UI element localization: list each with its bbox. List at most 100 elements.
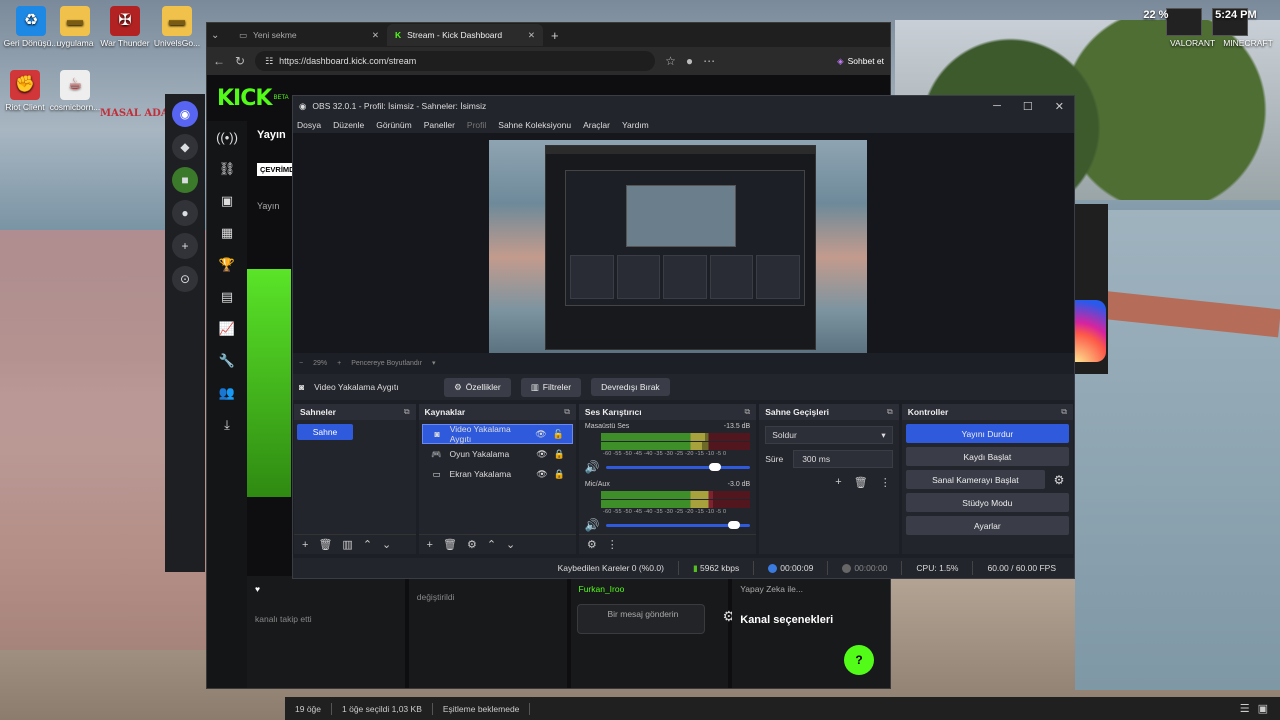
more-icon[interactable]: ⋯ (703, 54, 715, 68)
zoom-in-icon[interactable]: + (337, 360, 341, 367)
stop-stream-button[interactable]: Yayını Durdur (905, 424, 1070, 443)
kick-logo[interactable]: KICK (217, 86, 272, 111)
speaker-icon[interactable]: 🔊 (585, 518, 600, 532)
source-properties-gear-icon[interactable]: ⚙ (467, 538, 477, 551)
desktop-icon-univelsgo[interactable]: ▬ UnivelsGo... (146, 6, 208, 48)
float-dock-icon[interactable]: ⧉ (1061, 407, 1067, 417)
scene-item[interactable]: Sahne (297, 424, 353, 440)
properties-button[interactable]: ⚙ Özellikler (444, 377, 511, 397)
message-input[interactable]: Bir mesaj gönderin (576, 604, 705, 634)
remove-scene-icon[interactable]: 🗑 (318, 538, 332, 551)
kick-help-button[interactable]: ? (844, 645, 874, 675)
studio-mode-button[interactable]: Stüdyo Modu (905, 493, 1070, 512)
star-icon[interactable]: ☆ (665, 54, 676, 68)
menu-duzenle[interactable]: Düzenle (333, 120, 364, 130)
remove-source-icon[interactable]: 🗑 (443, 538, 457, 551)
maximize-icon[interactable]: ☐ (1023, 100, 1033, 113)
profile-avatar[interactable]: ● (686, 54, 693, 68)
link-icon[interactable]: ⛓ (207, 153, 247, 185)
menu-dosya[interactable]: Dosya (297, 120, 321, 130)
new-tab-button[interactable]: + (551, 28, 559, 43)
desktop-icon-cosmicborn[interactable]: ☕ cosmicborn... (44, 70, 106, 112)
obs-preview[interactable] (293, 133, 1074, 353)
visibility-eye-icon[interactable]: 👁 (535, 429, 546, 440)
download-icon[interactable]: ⤓ (207, 409, 247, 441)
duration-input[interactable]: 300 ms (793, 450, 893, 468)
menu-gorunum[interactable]: Görünüm (376, 120, 411, 130)
menu-paneller[interactable]: Paneller (424, 120, 455, 130)
tab-list-chevron-icon[interactable]: ⌄ (211, 30, 231, 41)
source-item[interactable]: 🎮 Oyun Yakalama 👁 🔒 (422, 444, 573, 464)
users-icon[interactable]: 👥 (207, 377, 247, 409)
server-avatar[interactable]: ● (172, 200, 198, 226)
layout-icon[interactable]: ▦ (207, 217, 247, 249)
refresh-icon[interactable]: ↻ (235, 54, 245, 68)
analytics-icon[interactable]: 📈 (207, 313, 247, 345)
explore-icon[interactable]: ⊙ (172, 266, 198, 292)
server-avatar[interactable]: ◆ (172, 134, 198, 160)
url-field[interactable]: ☷ https://dashboard.kick.com/stream (255, 51, 656, 71)
server-avatar[interactable]: ■ (172, 167, 198, 193)
site-info-icon[interactable]: ☷ (265, 56, 273, 67)
scene-filters-icon[interactable]: ▥ (342, 538, 352, 551)
fit-to-window[interactable]: Pencereye Boyutlandır (351, 360, 422, 367)
volume-knob[interactable] (728, 520, 741, 529)
start-recording-button[interactable]: Kaydı Başlat (905, 447, 1070, 466)
move-up-icon[interactable]: ⌃ (487, 538, 496, 551)
remove-transition-icon[interactable]: 🗑 (854, 476, 868, 489)
volume-slider[interactable] (605, 462, 751, 471)
zoom-out-icon[interactable]: − (299, 360, 303, 367)
tiles-view-icon[interactable]: ▣ (1258, 702, 1268, 715)
move-up-icon[interactable]: ⌃ (363, 538, 372, 551)
float-dock-icon[interactable]: ⧉ (887, 407, 893, 417)
source-item[interactable]: ◙ Video Yakalama Aygıtı 👁 🔓 (421, 424, 573, 444)
trophy-icon[interactable]: 🏆 (207, 249, 247, 281)
media-icon[interactable]: ▤ (207, 281, 247, 313)
source-item[interactable]: ▭ Ekran Yakalama 👁 🔒 (422, 464, 573, 484)
minimize-icon[interactable]: ─ (993, 100, 1001, 113)
back-icon[interactable]: ← (213, 54, 225, 68)
move-down-icon[interactable]: ⌄ (506, 538, 515, 551)
deactivate-button[interactable]: Devredışı Bırak (591, 378, 670, 396)
menu-araclar[interactable]: Araçlar (583, 120, 610, 130)
add-scene-icon[interactable]: + (302, 539, 308, 551)
add-transition-icon[interactable]: + (835, 476, 841, 489)
chevron-down-icon[interactable]: ▾ (432, 359, 436, 367)
visibility-eye-icon[interactable]: 👁 (536, 469, 547, 480)
float-dock-icon[interactable]: ⧉ (745, 407, 751, 417)
menu-yardim[interactable]: Yardım (622, 120, 649, 130)
close-tab-icon[interactable]: ✕ (372, 30, 379, 41)
discord-home-icon[interactable]: ◉ (172, 101, 198, 127)
lock-icon[interactable]: 🔓 (553, 429, 564, 440)
transition-select[interactable]: Soldur ▾ (765, 426, 893, 444)
tab-kick-dashboard[interactable]: K Stream - Kick Dashboard ✕ (387, 24, 543, 46)
menu-sahne-koleksiyonu[interactable]: Sahne Koleksiyonu (498, 120, 571, 130)
float-dock-icon[interactable]: ⧉ (404, 407, 410, 417)
volume-slider[interactable] (605, 520, 751, 529)
move-down-icon[interactable]: ⌄ (382, 538, 391, 551)
chat-button[interactable]: ◈ Sohbet et (837, 56, 884, 67)
visibility-eye-icon[interactable]: 👁 (536, 449, 547, 460)
close-tab-icon[interactable]: ✕ (528, 30, 535, 41)
tools-icon[interactable]: 🔧 (207, 345, 247, 377)
volume-knob[interactable] (709, 462, 722, 471)
more-icon[interactable]: ⋮ (880, 476, 891, 489)
tab-new[interactable]: ▭ Yeni sekme ✕ (231, 24, 387, 46)
add-server-icon[interactable]: + (172, 233, 198, 259)
close-icon[interactable]: ✕ (1055, 100, 1064, 113)
lock-icon[interactable]: 🔒 (554, 469, 565, 480)
lock-icon[interactable]: 🔒 (554, 449, 565, 460)
add-source-icon[interactable]: + (427, 539, 433, 551)
more-icon[interactable]: ⋮ (607, 538, 618, 551)
virtual-camera-gear-icon[interactable]: ⚙ (1049, 473, 1069, 487)
window-icon[interactable]: ▣ (207, 185, 247, 217)
details-view-icon[interactable]: ☰ (1240, 702, 1250, 715)
settings-button[interactable]: Ayarlar (905, 516, 1070, 535)
float-dock-icon[interactable]: ⧉ (564, 407, 570, 417)
filters-button[interactable]: ▥ Filtreler (520, 377, 582, 397)
speaker-icon[interactable]: 🔊 (585, 460, 600, 474)
advanced-audio-gear-icon[interactable]: ⚙ (587, 538, 597, 551)
start-virtual-camera-button[interactable]: Sanal Kamerayı Başlat (905, 470, 1046, 489)
menu-profil[interactable]: Profil (467, 120, 486, 130)
live-icon[interactable]: ((•)) (207, 121, 247, 153)
